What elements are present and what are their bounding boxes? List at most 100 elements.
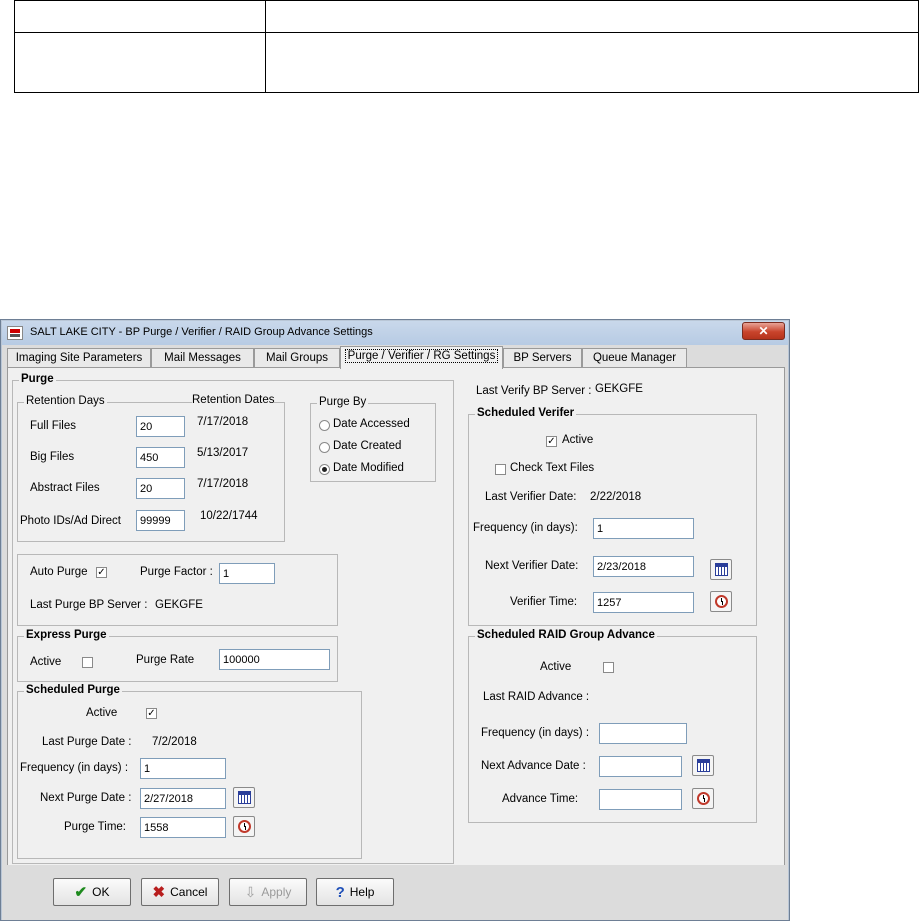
big-files-input[interactable] [136,447,185,468]
advance-date-picker-button[interactable] [692,755,714,776]
tab-mail-messages[interactable]: Mail Messages [151,348,254,368]
raid-frequency-input[interactable] [599,723,687,744]
last-purge-date-value: 7/2/2018 [152,736,197,748]
next-advance-date-input[interactable] [599,756,682,777]
radio-date-accessed[interactable] [319,420,330,431]
express-active-label: Active [30,656,62,668]
retention-days-group: Retention Days Retention Dates Full File… [17,394,285,542]
cancel-label: Cancel [170,885,208,899]
abstract-files-label: Abstract Files [30,482,100,494]
apply-label: Apply [261,885,292,899]
raid-active-checkbox[interactable] [603,662,614,673]
last-verify-bp-server-label: Last Verify BP Server : [476,385,592,397]
full-files-retention-date: 7/17/2018 [197,416,249,428]
x-icon: ✖ [152,884,166,901]
advance-time-picker-button[interactable] [692,788,714,809]
purge-by-group: Purge By Date Accessed Date Created Date… [310,396,436,482]
check-text-files-checkbox[interactable] [495,464,506,475]
tab-mail-groups[interactable]: Mail Groups [254,348,340,368]
verifier-frequency-label: Frequency (in days): [473,522,578,534]
window-title: SALT LAKE CITY - BP Purge / Verifier / R… [30,326,373,338]
purge-factor-label: Purge Factor : [140,566,213,578]
purge-time-label: Purge Time: [64,821,126,833]
tab-purge-verifier-rg-settings[interactable]: Purge / Verifier / RG Settings [340,346,503,369]
verifier-active-checkbox[interactable]: ✓ [546,436,557,447]
ok-button[interactable]: ✔ OK [53,878,131,906]
abstract-files-input[interactable] [136,478,185,499]
full-files-input[interactable] [136,416,185,437]
abstract-files-retention-date: 7/17/2018 [197,478,249,490]
help-button[interactable]: ? Help [316,878,394,906]
next-advance-date-label: Next Advance Date : [481,760,586,772]
purge-rate-label: Purge Rate [136,654,195,666]
purge-frequency-label: Frequency (in days) : [20,762,129,774]
app-icon [7,326,23,340]
scheduled-purge-group: Scheduled Purge Active ✓ Last Purge Date… [17,684,362,859]
close-button[interactable]: ✕ [742,322,785,340]
date-accessed-label: Date Accessed [333,418,410,430]
verifier-date-picker-button[interactable] [710,559,732,580]
tab-imaging-site-parameters[interactable]: Imaging Site Parameters [7,348,151,368]
last-purge-bp-server-label: Last Purge BP Server : [30,599,148,611]
scheduled-active-checkbox[interactable]: ✓ [146,708,157,719]
scheduled-verifier-group: Scheduled Verifer ✓ Active Check Text Fi… [468,407,757,626]
purge-time-input[interactable] [140,817,226,838]
raid-advance-group: Scheduled RAID Group Advance Active Last… [468,629,757,823]
last-raid-advance-label: Last RAID Advance : [483,691,590,703]
tab-bp-servers[interactable]: BP Servers [503,348,582,368]
verifier-frequency-input[interactable] [593,518,694,539]
raid-advance-title: Scheduled RAID Group Advance [475,629,657,641]
next-verifier-date-input[interactable] [593,556,694,577]
purge-time-picker-button[interactable] [233,816,255,837]
next-purge-date-label: Next Purge Date : [40,792,132,804]
purge-rate-input[interactable] [219,649,330,670]
check-text-files-label: Check Text Files [510,462,595,474]
verifier-time-input[interactable] [593,592,694,613]
scheduled-active-label: Active [86,707,118,719]
purge-group: Purge Retention Days Retention Dates Ful… [12,373,454,864]
cancel-button[interactable]: ✖ Cancel [141,878,219,906]
retention-days-title: Retention Days [24,395,107,407]
auto-purge-group: Auto Purge ✓ Purge Factor : Last Purge B… [17,554,338,626]
ok-label: OK [92,885,110,899]
photo-ids-input[interactable] [136,510,185,531]
verifier-time-picker-button[interactable] [710,591,732,612]
tab-queue-manager[interactable]: Queue Manager [582,348,687,368]
raid-frequency-label: Frequency (in days) : [481,727,590,739]
clock-icon [715,595,728,608]
apply-button[interactable]: ⇩ Apply [229,878,307,906]
verifier-time-label: Verifier Time: [510,596,578,608]
settings-dialog: SALT LAKE CITY - BP Purge / Verifier / R… [0,319,790,921]
auto-purge-label: Auto Purge [30,566,88,578]
calendar-icon [238,791,251,804]
tab-strip: Imaging Site Parameters Mail Messages Ma… [7,346,785,369]
raid-active-label: Active [540,661,572,673]
last-verifier-date-value: 2/22/2018 [590,491,642,503]
next-purge-date-input[interactable] [140,788,226,809]
purge-frequency-input[interactable] [140,758,226,779]
radio-date-modified[interactable] [319,464,330,475]
photo-ids-retention-date: 10/22/1744 [200,510,258,522]
verifier-active-label: Active [562,434,594,446]
purge-date-picker-button[interactable] [233,787,255,808]
calendar-icon [715,563,728,576]
last-verifier-date-label: Last Verifier Date: [485,491,577,503]
last-purge-date-label: Last Purge Date : [42,736,132,748]
purge-factor-input[interactable] [219,563,275,584]
down-arrow-icon: ⇩ [244,883,257,900]
scheduled-verifier-title: Scheduled Verifer [475,407,577,419]
table-row-divider [15,32,918,33]
photo-ids-label: Photo IDs/Ad Direct [20,515,121,527]
calendar-icon [697,759,710,772]
retention-dates-header: Retention Dates [192,394,275,406]
auto-purge-checkbox[interactable]: ✓ [96,567,107,578]
purge-group-title: Purge [19,373,56,385]
advance-time-input[interactable] [599,789,682,810]
checkmark-icon: ✔ [74,884,88,901]
express-purge-group: Express Purge Active Purge Rate [17,629,338,682]
table-column-divider [265,1,266,92]
radio-date-created[interactable] [319,442,330,453]
clock-icon [697,792,710,805]
express-active-checkbox[interactable] [82,657,93,668]
clock-icon [238,820,251,833]
